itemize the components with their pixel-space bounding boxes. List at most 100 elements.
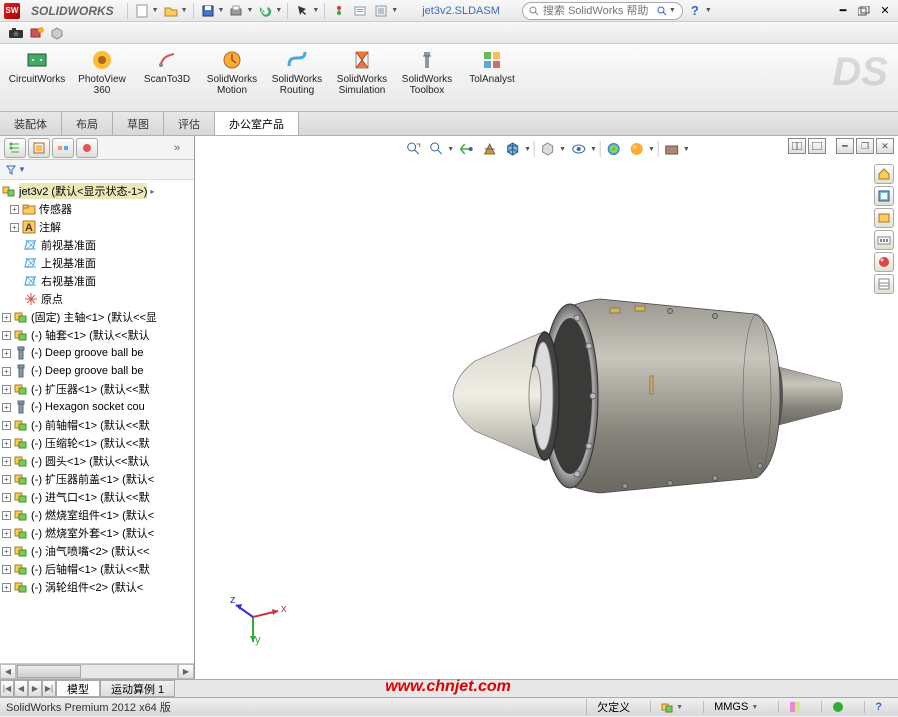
panel-tab-config[interactable] — [52, 138, 74, 158]
expand-icon[interactable]: + — [2, 385, 11, 394]
appearance2-icon[interactable] — [874, 252, 894, 272]
maximize-icon[interactable] — [855, 2, 873, 20]
expand-icon[interactable]: + — [2, 529, 11, 538]
expand-icon[interactable]: + — [10, 223, 19, 232]
tree-part[interactable]: +(-) 涡轮组件<2> (默认< — [2, 578, 192, 596]
help-icon[interactable]: ? — [686, 2, 704, 20]
expand-icon[interactable]: + — [2, 331, 11, 340]
explorer-icon[interactable] — [874, 208, 894, 228]
tree-part[interactable]: +(-) Deep groove ball be — [2, 344, 192, 362]
expand-icon[interactable]: + — [2, 313, 11, 322]
tab-sketch[interactable]: 草图 — [113, 112, 164, 135]
status-rebuild2[interactable] — [821, 701, 854, 713]
tree-part[interactable]: +(固定) 主轴<1> (默认<<显 — [2, 308, 192, 326]
appearance-icon[interactable] — [604, 139, 624, 159]
tree-part[interactable]: +(-) Hexagon socket cou — [2, 398, 192, 416]
options-icon[interactable] — [351, 2, 369, 20]
model-render[interactable] — [425, 266, 865, 526]
prev-view-icon[interactable] — [457, 139, 477, 159]
undo-icon[interactable] — [256, 2, 274, 20]
expand-icon[interactable]: + — [2, 439, 11, 448]
scene-icon[interactable] — [50, 26, 64, 40]
expand-icon[interactable]: + — [2, 583, 11, 592]
view-settings-icon[interactable] — [662, 139, 682, 159]
bt-last-icon[interactable]: ▶| — [42, 680, 56, 697]
tree-part[interactable]: +(-) 进气口<1> (默认<<默 — [2, 488, 192, 506]
tree-node[interactable]: 原点 — [2, 290, 192, 308]
tree-part[interactable]: +(-) 圆头<1> (默认<<默认 — [2, 452, 192, 470]
palette-icon[interactable] — [874, 230, 894, 250]
view-triad[interactable]: x y z — [228, 587, 288, 647]
close-icon[interactable]: ✕ — [876, 2, 894, 20]
expand-icon[interactable]: + — [2, 367, 11, 376]
expand-icon[interactable]: + — [2, 493, 11, 502]
tool-simulation[interactable]: SolidWorks Simulation — [331, 48, 393, 96]
bottom-tab-motion[interactable]: 运动算例 1 — [100, 680, 175, 697]
tab-evaluate[interactable]: 评估 — [164, 112, 215, 135]
expand-icon[interactable]: + — [2, 547, 11, 556]
scroll-right-icon[interactable]: ▶ — [178, 664, 194, 679]
tree-root[interactable]: jet3v2 (默认<显示状态-1>) ▸ — [2, 182, 192, 200]
bt-next-icon[interactable]: ▶ — [28, 680, 42, 697]
tree-part[interactable]: +(-) 扩压器前盖<1> (默认< — [2, 470, 192, 488]
vp-min-icon[interactable]: ━ — [836, 138, 854, 154]
tree-node[interactable]: +A注解 — [2, 218, 192, 236]
tree-part[interactable]: +(-) 油气喷嘴<2> (默认<< — [2, 542, 192, 560]
expand-icon[interactable]: + — [2, 475, 11, 484]
bt-prev-icon[interactable]: ◀ — [14, 680, 28, 697]
scene-apply-icon[interactable] — [627, 139, 647, 159]
tree-part[interactable]: +(-) 压缩轮<1> (默认<<默 — [2, 434, 192, 452]
tree-node[interactable]: 上视基准面 — [2, 254, 192, 272]
status-flags[interactable] — [778, 701, 811, 713]
tree-part[interactable]: +(-) 后轴帽<1> (默认<<默 — [2, 560, 192, 578]
search-input[interactable] — [543, 5, 653, 17]
panel-collapse-icon[interactable]: » — [174, 142, 190, 154]
tree-part[interactable]: +(-) Deep groove ball be — [2, 362, 192, 380]
tool-motion[interactable]: SolidWorks Motion — [201, 48, 263, 96]
new-icon[interactable] — [133, 2, 151, 20]
tool-tolanalyst[interactable]: TolAnalyst — [461, 48, 523, 85]
tool-photoview360[interactable]: PhotoView 360 — [71, 48, 133, 96]
help-search[interactable]: ▼ — [522, 2, 683, 20]
tree-node[interactable]: 右视基准面 — [2, 272, 192, 290]
display-style-icon[interactable] — [538, 139, 558, 159]
section-view-icon[interactable] — [480, 139, 500, 159]
search-go-icon[interactable] — [657, 6, 667, 16]
tab-assembly[interactable]: 装配体 — [0, 112, 62, 135]
bottom-tab-model[interactable]: 模型 — [56, 680, 100, 697]
home-icon[interactable] — [874, 164, 894, 184]
tree-part[interactable]: +(-) 扩压器<1> (默认<<默 — [2, 380, 192, 398]
expand-icon[interactable]: + — [10, 205, 19, 214]
vp-max-icon[interactable]: ❐ — [856, 138, 874, 154]
tool-scanto3d[interactable]: ScanTo3D — [136, 48, 198, 85]
tool-circuitworks[interactable]: CircuitWorks — [6, 48, 68, 85]
tree-node[interactable]: 前视基准面 — [2, 236, 192, 254]
tree-part[interactable]: +(-) 前轴帽<1> (默认<<默 — [2, 416, 192, 434]
expand-icon[interactable]: + — [2, 511, 11, 520]
expand-icon[interactable]: + — [2, 421, 11, 430]
select-icon[interactable] — [293, 2, 311, 20]
minimize-icon[interactable]: ━ — [834, 2, 852, 20]
scroll-left-icon[interactable]: ◀ — [0, 664, 16, 679]
expand-icon[interactable]: + — [2, 565, 11, 574]
bt-first-icon[interactable]: |◀ — [0, 680, 14, 697]
settings-icon[interactable] — [372, 2, 390, 20]
rebuild-icon[interactable] — [330, 2, 348, 20]
status-editing[interactable]: ▼ — [650, 701, 693, 713]
expand-icon[interactable]: + — [2, 403, 11, 412]
save-icon[interactable] — [199, 2, 217, 20]
custom-props-icon[interactable] — [874, 274, 894, 294]
render-options-icon[interactable] — [30, 26, 44, 40]
status-units[interactable]: MMGS ▼ — [703, 701, 768, 713]
tool-routing[interactable]: SolidWorks Routing — [266, 48, 328, 96]
camera-icon[interactable] — [8, 27, 24, 39]
view-orient-icon[interactable] — [503, 139, 523, 159]
hide-show-icon[interactable] — [569, 139, 589, 159]
panel-hscroll[interactable]: ◀ ▶ — [0, 663, 194, 679]
tab-layout[interactable]: 布局 — [62, 112, 113, 135]
tool-toolbox[interactable]: SolidWorks Toolbox — [396, 48, 458, 96]
expand-icon[interactable]: + — [2, 457, 11, 466]
filter-bar[interactable]: ▼ — [0, 160, 194, 180]
panel-tab-feature-tree[interactable] — [4, 138, 26, 158]
expand-icon[interactable]: + — [2, 349, 11, 358]
